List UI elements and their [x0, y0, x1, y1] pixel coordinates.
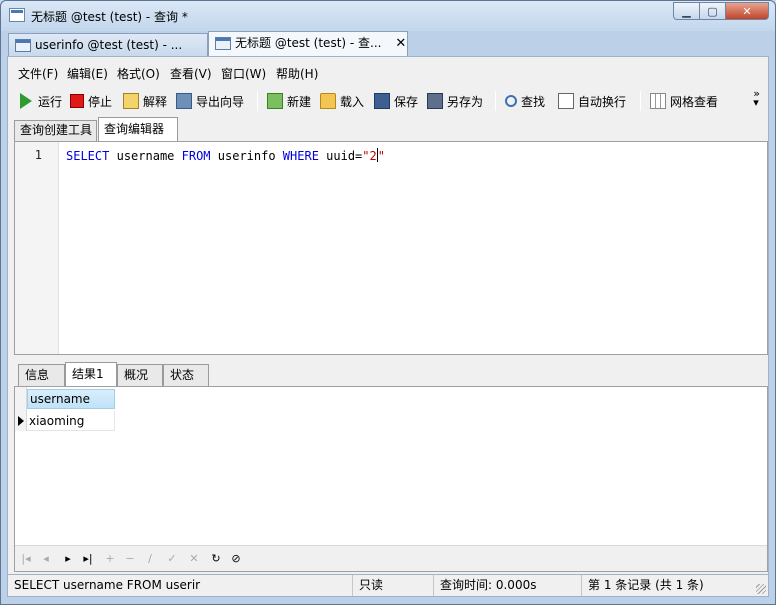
next-record-icon[interactable]: ▸	[61, 552, 75, 566]
prev-record-icon[interactable]: ◂	[39, 552, 53, 566]
toolbar-divider	[495, 91, 496, 111]
result-grid: username xiaoming |◂ ◂ ▸ ▸| + − ∕ ✓ ✕ ↻ …	[14, 386, 768, 572]
save-as-icon	[427, 93, 443, 109]
add-record-icon[interactable]: +	[103, 552, 117, 566]
tab-close-icon[interactable]: ✕	[395, 33, 406, 55]
current-row-indicator-icon	[18, 416, 24, 426]
delete-record-icon[interactable]: −	[123, 552, 137, 566]
folder-icon	[320, 93, 336, 109]
status-mode: 只读	[353, 575, 434, 596]
toolbar-divider	[640, 91, 641, 111]
tab-status[interactable]: 状态	[163, 364, 209, 386]
maximize-button[interactable]: ▢	[699, 2, 725, 20]
menu-file[interactable]: 文件(F)	[18, 65, 58, 82]
grid-icon	[650, 93, 666, 109]
window-controls: ▁ ▢ ✕	[673, 2, 769, 20]
word-wrap-button[interactable]: 自动换行	[558, 91, 626, 111]
string-value: 2	[369, 149, 377, 163]
keyword-where: WHERE	[282, 149, 319, 163]
sql-code-line[interactable]: SELECT username FROM userinfo WHERE uuid…	[66, 148, 385, 163]
load-button[interactable]: 载入	[320, 91, 364, 111]
menu-help[interactable]: 帮助(H)	[276, 65, 318, 82]
menu-bar: 文件(F) 编辑(E) 格式(O) 查看(V) 窗口(W) 帮助(H)	[8, 57, 768, 87]
search-icon	[505, 95, 517, 107]
tab-profile[interactable]: 概况	[117, 364, 163, 386]
status-query-time: 查询时间: 0.000s	[434, 575, 582, 596]
new-icon	[267, 93, 283, 109]
title-bar[interactable]: 无标题 @test (test) - 查询 * ▁ ▢ ✕	[1, 1, 775, 31]
line-gutter: 1	[15, 142, 59, 354]
first-record-icon[interactable]: |◂	[19, 552, 33, 566]
sql-editor[interactable]: 1 SELECT username FROM userinfo WHERE uu…	[14, 141, 768, 355]
tab-query-builder[interactable]: 查询创建工具	[14, 120, 97, 141]
keyword-select: SELECT	[66, 149, 110, 163]
tab-label: userinfo @test (test) - ...	[35, 38, 183, 52]
tab-userinfo[interactable]: userinfo @test (test) - ...	[8, 33, 208, 57]
column-name: username	[116, 149, 175, 163]
last-record-icon[interactable]: ▸|	[81, 552, 95, 566]
line-number: 1	[34, 148, 42, 162]
status-sql: SELECT username FROM userir	[8, 575, 353, 596]
toolbar-divider	[257, 91, 258, 111]
explain-button[interactable]: 解释	[123, 91, 167, 111]
main-panel: 文件(F) 编辑(E) 格式(O) 查看(V) 窗口(W) 帮助(H) 运行 停…	[7, 56, 769, 575]
edit-record-icon[interactable]: ∕	[143, 552, 157, 566]
table-name: userinfo	[217, 149, 276, 163]
query-icon	[215, 37, 231, 50]
menu-window[interactable]: 窗口(W)	[221, 65, 266, 82]
menu-edit[interactable]: 编辑(E)	[67, 65, 108, 82]
condition: uuid=	[326, 149, 363, 163]
status-bar: SELECT username FROM userir 只读 查询时间: 0.0…	[7, 575, 769, 597]
save-button[interactable]: 保存	[374, 91, 418, 111]
app-icon	[9, 8, 25, 22]
resize-grip-icon[interactable]	[756, 584, 766, 594]
close-button[interactable]: ✕	[725, 2, 769, 20]
string-quote-close: "	[377, 149, 385, 163]
record-navigator: |◂ ◂ ▸ ▸| + − ∕ ✓ ✕ ↻ ⊘	[15, 545, 767, 571]
document-tabs: userinfo @test (test) - ... 无标题 @test (t…	[8, 31, 770, 57]
stop-icon	[70, 94, 84, 108]
keyword-from: FROM	[181, 149, 211, 163]
discard-changes-icon[interactable]: ✕	[187, 552, 201, 566]
tab-query[interactable]: 无标题 @test (test) - 查... ✕	[208, 31, 408, 57]
export-wizard-button[interactable]: 导出向导	[176, 91, 244, 111]
apply-changes-icon[interactable]: ✓	[165, 552, 179, 566]
new-button[interactable]: 新建	[267, 91, 311, 111]
table-icon	[15, 39, 31, 52]
export-icon	[176, 93, 192, 109]
string-quote-open: "	[362, 149, 370, 163]
toolbar: 运行 停止 解释 导出向导 新建 载入 保存 另存为 查找 自动换行 网格查看 …	[8, 87, 768, 115]
run-icon	[20, 93, 32, 109]
explain-icon	[123, 93, 139, 109]
run-button[interactable]: 运行	[20, 91, 62, 111]
grid-view-button[interactable]: 网格查看	[650, 91, 718, 111]
stop-button[interactable]: 停止	[70, 91, 112, 111]
column-header-username[interactable]: username	[27, 389, 115, 409]
status-record-count: 第 1 条记录 (共 1 条)	[588, 578, 704, 592]
refresh-icon[interactable]: ↻	[209, 552, 223, 566]
wrap-icon	[558, 93, 574, 109]
save-icon	[374, 93, 390, 109]
tab-query-editor[interactable]: 查询编辑器	[98, 117, 178, 142]
window-title: 无标题 @test (test) - 查询 *	[31, 10, 188, 24]
minimize-button[interactable]: ▁	[673, 2, 699, 20]
menu-view[interactable]: 查看(V)	[170, 65, 212, 82]
tab-label: 无标题 @test (test) - 查...	[235, 36, 382, 50]
toolbar-overflow-button[interactable]: » ▾	[753, 88, 760, 108]
menu-format[interactable]: 格式(O)	[117, 65, 160, 82]
stop-refresh-icon[interactable]: ⊘	[229, 552, 243, 566]
tab-info[interactable]: 信息	[18, 364, 65, 386]
save-as-button[interactable]: 另存为	[427, 91, 483, 111]
tab-result1[interactable]: 结果1	[65, 362, 117, 387]
find-button[interactable]: 查找	[505, 91, 545, 111]
table-row[interactable]: xiaoming	[27, 411, 115, 431]
